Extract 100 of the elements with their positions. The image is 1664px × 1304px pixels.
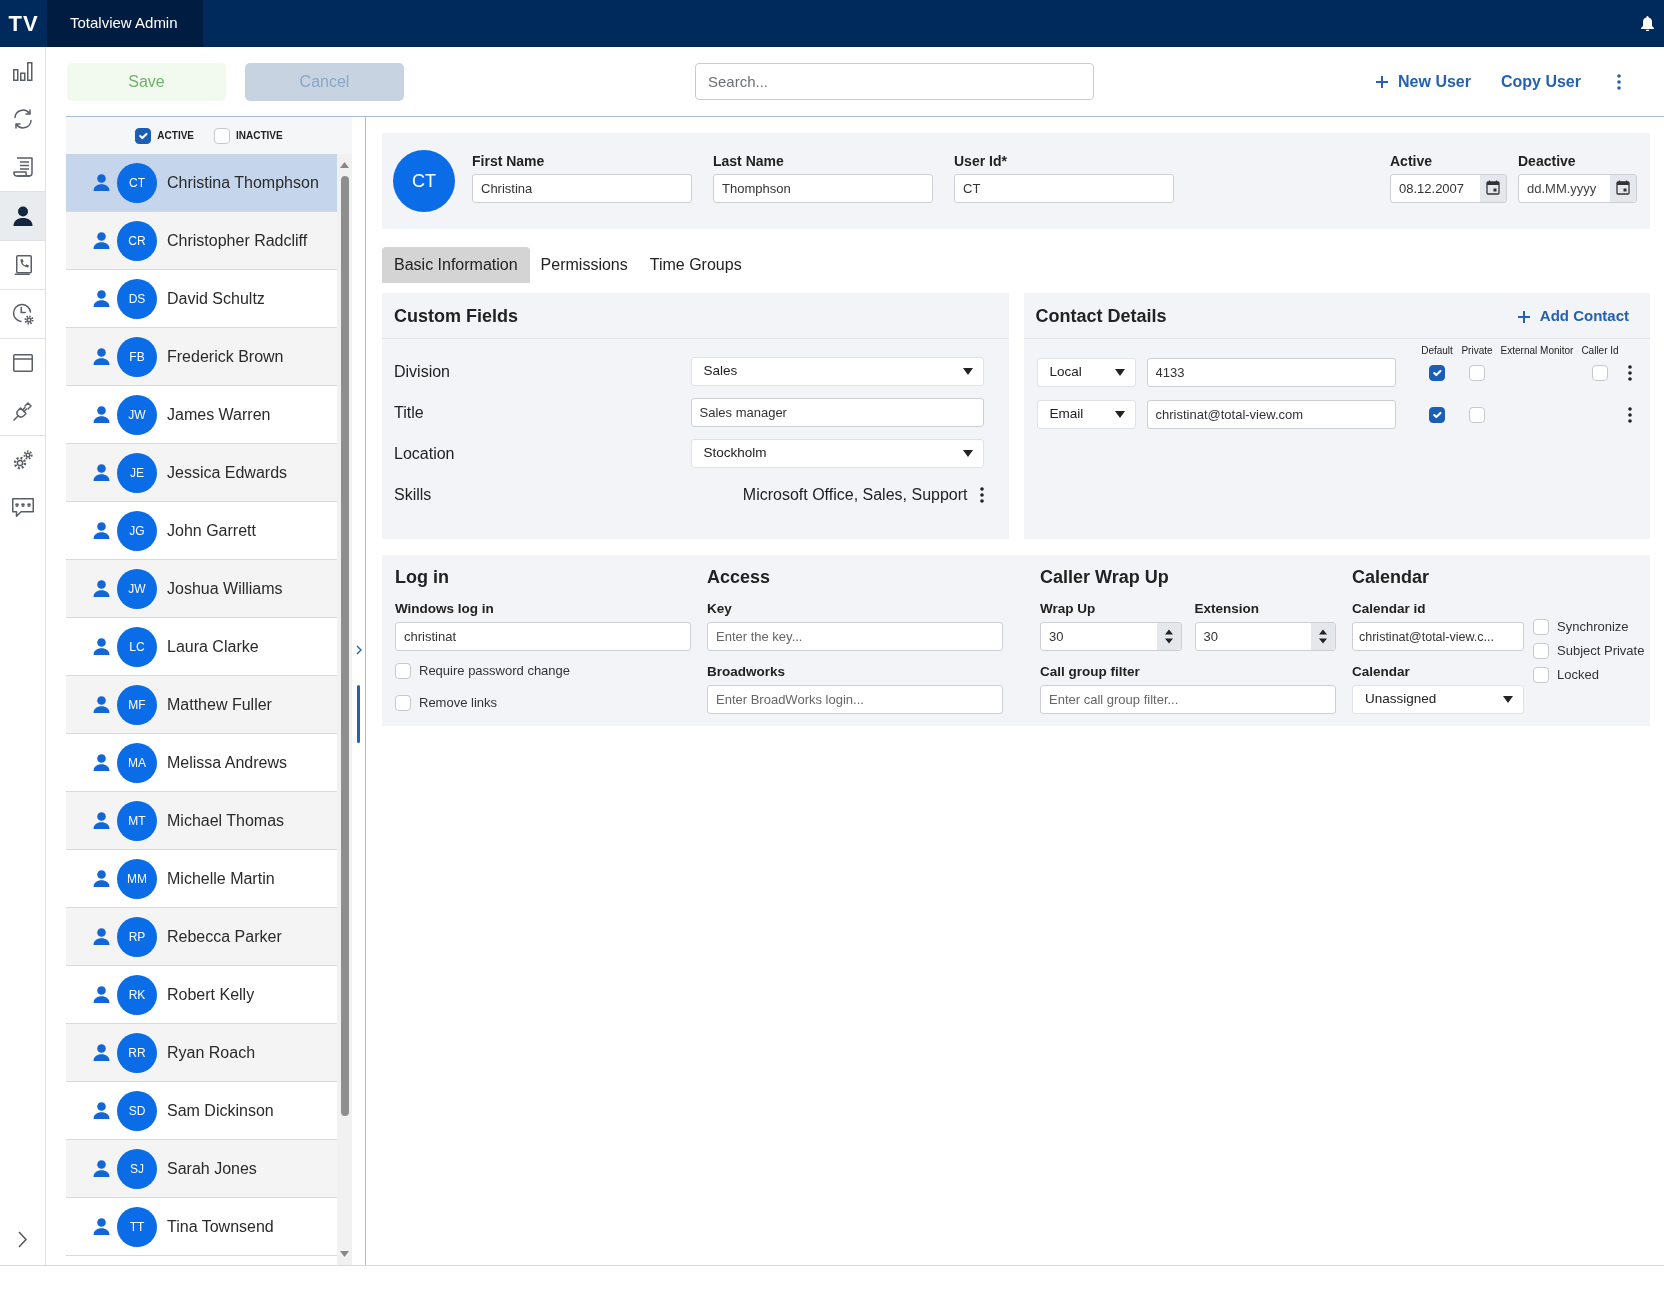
select-field[interactable]: Sales: [690, 357, 984, 386]
caret-icon: [962, 450, 973, 457]
user-name: Laura Clarke: [167, 636, 259, 657]
date-input[interactable]: 08.12.2007: [1391, 175, 1480, 202]
panel-title: Custom Fields: [394, 305, 518, 328]
user-list-item[interactable]: JW Joshua Williams: [66, 560, 337, 618]
text-field[interactable]: Enter BroadWorks login...: [707, 685, 1003, 714]
tab[interactable]: Permissions: [529, 247, 639, 283]
user-list-item[interactable]: FB Frederick Brown: [66, 328, 337, 386]
field-label: Wrap Up: [1040, 600, 1097, 617]
select-field[interactable]: Unassigned: [1352, 685, 1524, 714]
user-name: Christopher Radcliff: [167, 230, 308, 251]
text-field[interactable]: 4133: [1146, 358, 1396, 387]
user-list-item[interactable]: SJ Sarah Jones: [66, 1140, 337, 1198]
user-list-item[interactable]: CR Christopher Radcliff: [66, 212, 337, 270]
number-input[interactable]: 30: [1195, 623, 1311, 650]
more-icon[interactable]: [1628, 406, 1632, 423]
person-icon: [93, 406, 110, 423]
chat-icon: [11, 498, 34, 518]
user-name: Joshua Williams: [167, 578, 283, 599]
person-icon: [93, 1160, 110, 1177]
select-field[interactable]: Stockholm: [690, 439, 984, 468]
more-icon[interactable]: [979, 486, 984, 503]
checkbox[interactable]: [1429, 364, 1445, 381]
user-list-item[interactable]: CT Christina Thomphson: [66, 154, 337, 212]
plus-icon: [1376, 75, 1389, 88]
date-picker[interactable]: 08.12.2007: [1390, 174, 1507, 203]
person-icon: [93, 1102, 110, 1119]
user-name: Robert Kelly: [167, 984, 255, 1005]
type-select[interactable]: Local: [1036, 358, 1136, 387]
resize-handle[interactable]: [357, 685, 360, 743]
more-icon[interactable]: [1628, 364, 1632, 381]
text-field[interactable]: Thomphson: [713, 174, 933, 203]
checkbox-label: Require password change: [419, 663, 571, 679]
bell-icon[interactable]: [1641, 16, 1654, 31]
sync-icon: [12, 109, 33, 129]
user-name: Matthew Fuller: [167, 694, 272, 715]
section-title: Caller Wrap Up: [1040, 566, 1170, 588]
number-spinner[interactable]: 30: [1040, 622, 1182, 651]
user-name: Michael Thomas: [167, 810, 285, 831]
plus-icon: [1517, 310, 1530, 323]
user-list-item[interactable]: JE Jessica Edwards: [66, 444, 337, 502]
user-avatar: CT: [117, 162, 157, 203]
text-field[interactable]: christinat@total-view.com: [1146, 400, 1396, 429]
spinner-arrows-icon[interactable]: [1156, 623, 1181, 650]
more-icon[interactable]: [1617, 73, 1621, 90]
calendar-icon[interactable]: [1610, 175, 1636, 202]
person-icon: [93, 1218, 110, 1235]
user-list-item[interactable]: RR Ryan Roach: [66, 1024, 337, 1082]
text-field[interactable]: CT: [954, 174, 1174, 203]
text-field[interactable]: Sales manager: [690, 398, 984, 427]
text-field[interactable]: Enter the key...: [707, 622, 1003, 651]
person-icon: [93, 464, 110, 481]
user-list-item[interactable]: RP Rebecca Parker: [66, 908, 337, 966]
field-label: First Name: [472, 153, 546, 170]
person-icon: [93, 986, 110, 1003]
checkbox-label: INACTIVE: [236, 129, 283, 143]
user-avatar: MA: [117, 742, 157, 783]
tab[interactable]: Basic Information: [382, 247, 530, 283]
field-label: Call group filter: [1040, 663, 1141, 680]
scrollbar-thumb[interactable]: [340, 176, 349, 1116]
new-user-button[interactable]: New User: [1376, 69, 1471, 94]
checkbox[interactable]: [1429, 406, 1445, 423]
person-icon: [93, 696, 110, 713]
field-label: Calendar: [1352, 663, 1411, 680]
user-avatar: RP: [117, 916, 157, 957]
checkbox[interactable]: [135, 127, 152, 144]
caret-icon: [1503, 696, 1513, 703]
date-picker[interactable]: dd.MM.yyyy: [1518, 174, 1637, 203]
chevron-right-icon[interactable]: [355, 645, 362, 655]
add-contact-button[interactable]: Add Contact: [1517, 305, 1629, 328]
number-spinner[interactable]: 30: [1194, 622, 1336, 651]
text-field[interactable]: Enter call group filter...: [1040, 685, 1336, 714]
user-name: Frederick Brown: [167, 346, 284, 367]
user-name: John Garrett: [167, 520, 256, 541]
spinner-arrows-icon[interactable]: [1311, 623, 1335, 650]
field-label: Extension: [1194, 600, 1260, 617]
date-input[interactable]: dd.MM.yyyy: [1519, 175, 1610, 202]
scroll-down-icon[interactable]: [340, 1251, 349, 1257]
user-list-item[interactable]: MF Matthew Fuller: [66, 676, 337, 734]
user-list-item[interactable]: MT Michael Thomas: [66, 792, 337, 850]
phone-book-icon: [13, 255, 32, 275]
nav-button[interactable]: [0, 192, 45, 240]
search-field[interactable]: Search...: [695, 63, 1094, 100]
user-avatar: DS: [117, 278, 157, 319]
user-avatar: FB: [117, 336, 157, 377]
text-field[interactable]: christinat: [395, 622, 691, 651]
copy-user-button[interactable]: Copy User: [1500, 69, 1581, 94]
user-avatar: SJ: [117, 1148, 157, 1189]
number-input[interactable]: 30: [1041, 623, 1157, 650]
field-label: Division: [394, 361, 451, 382]
user-avatar: TT: [117, 1206, 157, 1247]
type-select[interactable]: Email: [1036, 400, 1136, 429]
text-field[interactable]: Christina: [472, 174, 692, 203]
text-field[interactable]: christinat@total-view.c...: [1352, 622, 1524, 651]
tab[interactable]: Time Groups: [638, 247, 753, 283]
user-avatar: JW: [117, 394, 157, 435]
calendar-icon[interactable]: [1480, 175, 1506, 202]
person-icon: [93, 1044, 110, 1061]
scroll-up-icon[interactable]: [340, 162, 349, 168]
